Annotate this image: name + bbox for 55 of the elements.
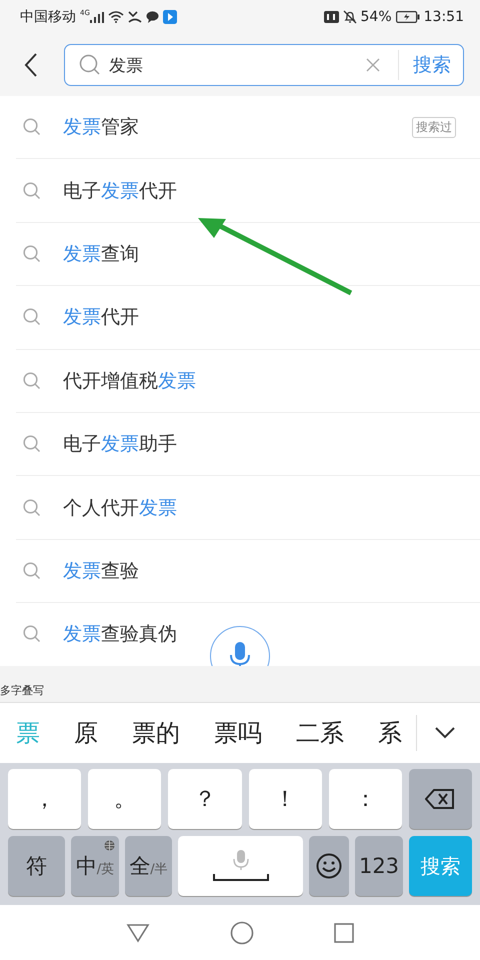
emoji-key[interactable] — [309, 836, 349, 896]
recents-nav-icon[interactable] — [334, 922, 354, 942]
keyboard-key[interactable]: 符 — [8, 836, 65, 896]
clear-icon[interactable] — [366, 58, 380, 72]
history-tag: 搜索过 — [412, 116, 456, 138]
candidate-word[interactable]: 系 — [378, 717, 402, 749]
search-icon — [23, 182, 41, 200]
keyboard-key[interactable]: 123 — [355, 836, 403, 896]
suggestion-item[interactable]: 代开增值税发票 — [16, 350, 480, 413]
battery-icon — [396, 11, 420, 23]
search-icon — [23, 244, 41, 263]
keyboard-key[interactable]: ？ — [168, 769, 242, 829]
search-icon — [23, 562, 41, 580]
search-icon — [23, 625, 41, 644]
search-icon — [23, 498, 41, 517]
suggestion-item[interactable]: 个人代开发票 — [16, 476, 480, 540]
keyboard-key[interactable]: 中/英 — [71, 836, 119, 896]
signal-icon — [90, 12, 104, 22]
back-nav-icon[interactable] — [126, 922, 150, 942]
search-icon — [23, 308, 41, 326]
candidate-word[interactable]: 原 — [74, 717, 98, 749]
backspace-key[interactable] — [408, 769, 472, 829]
microphone-icon — [230, 641, 250, 666]
wifi-icon — [108, 11, 124, 23]
keyboard-key[interactable]: 全/半 — [125, 836, 172, 896]
chat-icon — [146, 11, 159, 23]
search-icon — [23, 435, 41, 454]
search-field[interactable]: 发票 搜索 — [64, 44, 464, 86]
home-nav-icon[interactable] — [230, 920, 254, 944]
search-icon — [79, 54, 101, 76]
missed-call-icon — [128, 11, 142, 23]
input-mode-label: 多字叠写 — [0, 683, 44, 699]
search-icon — [23, 372, 41, 390]
smiley-icon — [316, 853, 342, 879]
carrier-text: 中国移动 — [20, 8, 76, 26]
keyboard-key[interactable]: 。 — [88, 769, 162, 829]
suggestion-item[interactable]: 电子发票助手 — [16, 412, 480, 476]
keyboard-key[interactable]: ！ — [248, 769, 322, 829]
keyboard-key[interactable]: ， — [8, 769, 82, 829]
battery-percent: 54% — [360, 9, 392, 25]
suggestion-item[interactable]: 发票代开 — [16, 286, 480, 350]
mute-bell-icon — [342, 10, 357, 24]
candidate-word[interactable]: 票的 — [132, 717, 180, 749]
keyboard-key[interactable]: ： — [328, 769, 402, 829]
candidate-word[interactable]: 二系 — [296, 717, 344, 749]
clock-time: 13:51 — [424, 9, 464, 25]
space-mic-icon — [212, 850, 268, 882]
app-icon — [162, 10, 177, 24]
suggestion-item[interactable]: 发票查验 — [16, 540, 480, 604]
candidate-word[interactable]: 票吗 — [214, 717, 262, 749]
suggestion-item[interactable]: 发票管家 搜索过 — [16, 96, 480, 160]
back-icon[interactable] — [24, 52, 38, 78]
expand-icon[interactable] — [435, 727, 455, 739]
backspace-icon — [425, 788, 456, 810]
search-icon — [23, 118, 41, 136]
